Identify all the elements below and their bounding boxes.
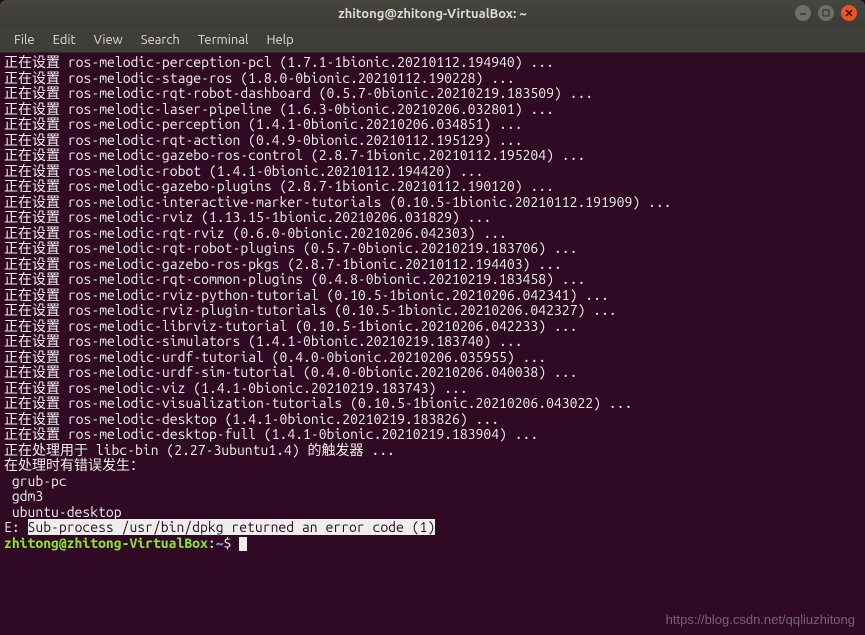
terminal-line: 正在设置 ros-melodic-laser-pipeline (1.6.3-0… (4, 102, 861, 118)
terminal-line: 正在设置 ros-melodic-rqt-action (0.4.9-0bion… (4, 133, 861, 149)
terminal-line: 在处理时有错误发生： (4, 458, 861, 474)
terminal-line: 正在设置 ros-melodic-interactive-marker-tuto… (4, 195, 861, 211)
terminal-line: grub-pc (4, 474, 861, 490)
window-title: zhitong@zhitong-VirtualBox: ~ (338, 7, 526, 21)
minimize-icon[interactable] (795, 5, 811, 21)
terminal-line: 正在设置 ros-melodic-simulators (1.4.1-0bion… (4, 334, 861, 350)
terminal-line: 正在处理用于 libc-bin (2.27-3ubuntu1.4) 的触发器 .… (4, 443, 861, 459)
terminal-line: 正在设置 ros-melodic-rqt-rviz (0.6.0-0bionic… (4, 226, 861, 242)
terminal-line: 正在设置 ros-melodic-rqt-common-plugins (0.4… (4, 272, 861, 288)
terminal-line: 正在设置 ros-melodic-viz (1.4.1-0bionic.2021… (4, 381, 861, 397)
terminal-line: 正在设置 ros-melodic-perception (1.4.1-0bion… (4, 117, 861, 133)
terminal-line: 正在设置 ros-melodic-visualization-tutorials… (4, 396, 861, 412)
menu-edit[interactable]: Edit (45, 30, 84, 50)
menu-help[interactable]: Help (258, 30, 301, 50)
terminal-output[interactable]: 正在设置 ros-melodic-perception-pcl (1.7.1-1… (0, 53, 865, 635)
terminal-line: 正在设置 ros-melodic-gazebo-plugins (2.8.7-1… (4, 179, 861, 195)
terminal-line: 正在设置 ros-melodic-desktop-full (1.4.1-0bi… (4, 427, 861, 443)
menu-file[interactable]: File (6, 30, 43, 50)
terminal-line: 正在设置 ros-melodic-robot (1.4.1-0bionic.20… (4, 164, 861, 180)
terminal-line: 正在设置 ros-melodic-rviz (1.13.15-1bionic.2… (4, 210, 861, 226)
terminal-line: 正在设置 ros-melodic-desktop (1.4.1-0bionic.… (4, 412, 861, 428)
menu-terminal[interactable]: Terminal (190, 30, 257, 50)
terminal-line: ubuntu-desktop (4, 505, 861, 521)
menu-view[interactable]: View (86, 30, 131, 50)
close-icon[interactable] (841, 5, 857, 21)
terminal-line: gdm3 (4, 489, 861, 505)
cursor (239, 537, 247, 551)
terminal-line: 正在设置 ros-melodic-librviz-tutorial (0.10.… (4, 319, 861, 335)
menubar: File Edit View Search Terminal Help (0, 28, 865, 53)
terminal-line: 正在设置 ros-melodic-urdf-tutorial (0.4.0-0b… (4, 350, 861, 366)
terminal-line: 正在设置 ros-melodic-rqt-robot-dashboard (0.… (4, 86, 861, 102)
terminal-line: 正在设置 ros-melodic-rviz-plugin-tutorials (… (4, 303, 861, 319)
titlebar: zhitong@zhitong-VirtualBox: ~ (0, 0, 865, 28)
terminal-line: 正在设置 ros-melodic-gazebo-ros-pkgs (2.8.7-… (4, 257, 861, 273)
maximize-icon[interactable] (818, 5, 834, 21)
terminal-line: 正在设置 ros-melodic-stage-ros (1.8.0-0bioni… (4, 71, 861, 87)
error-line: E: Sub-process /usr/bin/dpkg returned an… (4, 520, 861, 536)
terminal-line: 正在设置 ros-melodic-urdf-sim-tutorial (0.4.… (4, 365, 861, 381)
terminal-line: 正在设置 ros-melodic-perception-pcl (1.7.1-1… (4, 55, 861, 71)
menu-search[interactable]: Search (133, 30, 188, 50)
terminal-line: 正在设置 ros-melodic-rviz-python-tutorial (0… (4, 288, 861, 304)
watermark: https://blog.csdn.net/qqliuzhitong (666, 612, 855, 627)
prompt-line[interactable]: zhitong@zhitong-VirtualBox:~$ (4, 536, 861, 552)
terminal-line: 正在设置 ros-melodic-rqt-robot-plugins (0.5.… (4, 241, 861, 257)
window-controls (795, 5, 857, 21)
terminal-line: 正在设置 ros-melodic-gazebo-ros-control (2.8… (4, 148, 861, 164)
